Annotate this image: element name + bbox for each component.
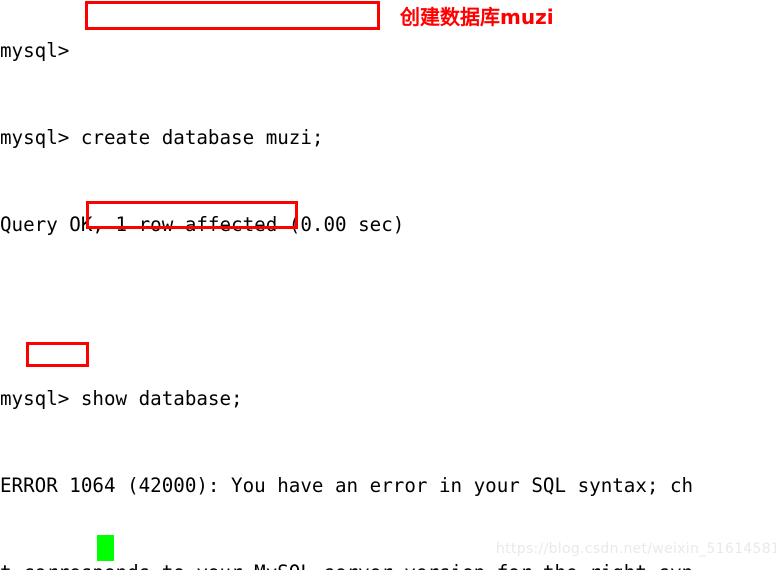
terminal-line-5: t corresponds to your MySQL server versi… [0, 558, 776, 570]
terminal-output[interactable]: mysql> mysql> create database muzi; Quer… [0, 0, 776, 570]
terminal-line-1: Query OK, 1 row affected (0.00 sec) [0, 213, 405, 236]
terminal-line-3: mysql> show database; [0, 387, 243, 410]
terminal-line-4: ERROR 1064 (42000): You have an error in… [0, 474, 694, 497]
terminal-cursor [97, 535, 114, 561]
terminal-line-clipped: mysql> [0, 39, 70, 62]
terminal-screen: mysql> mysql> create database muzi; Quer… [0, 0, 776, 570]
csdn-watermark: https://blog.csdn.net/weixin_51614581 [496, 541, 776, 557]
chinese-annotation: 创建数据库muzi [400, 5, 554, 29]
terminal-line-2 [0, 297, 776, 326]
terminal-line-0: mysql> create database muzi; [0, 126, 324, 149]
